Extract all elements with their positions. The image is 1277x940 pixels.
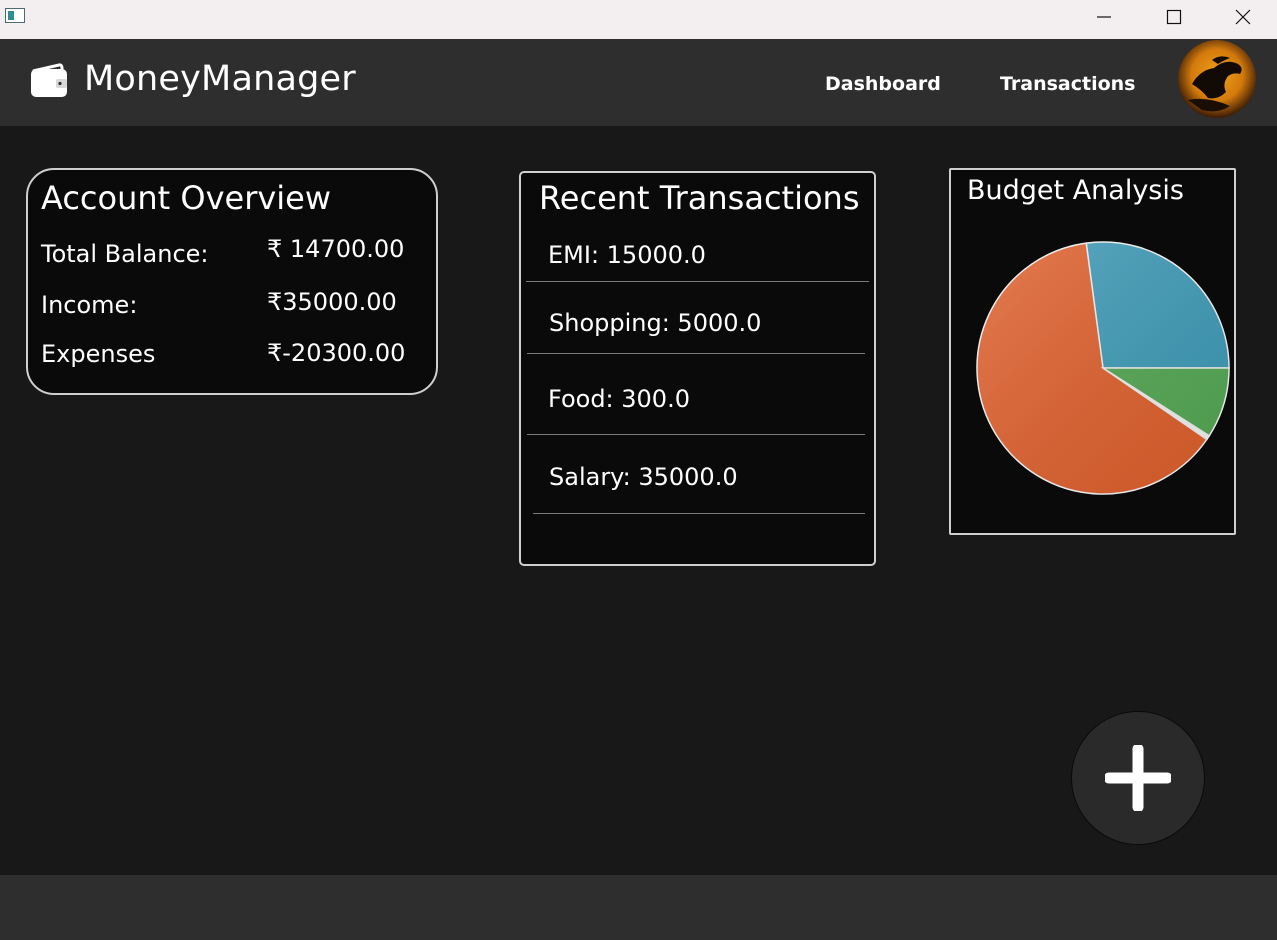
transaction-item[interactable]: Shopping: 5000.0 xyxy=(549,308,761,338)
nav-dashboard[interactable]: Dashboard xyxy=(825,71,941,97)
maximize-icon xyxy=(1166,9,1182,25)
close-button[interactable] xyxy=(1208,0,1277,34)
app-footer xyxy=(0,875,1277,940)
avatar-image xyxy=(1178,40,1256,118)
wallet-icon xyxy=(31,63,67,97)
profile-avatar[interactable] xyxy=(1178,40,1256,118)
maximize-button[interactable] xyxy=(1139,0,1209,34)
total-balance-value: ₹ 14700.00 xyxy=(267,235,405,263)
total-balance-label: Total Balance: xyxy=(41,240,209,268)
transaction-divider xyxy=(526,281,869,282)
minimize-icon xyxy=(1097,16,1111,18)
minimize-button[interactable] xyxy=(1069,0,1139,34)
account-overview-card: Account Overview Total Balance: ₹ 14700.… xyxy=(26,168,438,395)
transaction-item[interactable]: Food: 300.0 xyxy=(548,384,690,414)
window-title-bar xyxy=(0,0,1277,39)
account-overview-title: Account Overview xyxy=(41,179,332,217)
expenses-value: ₹-20300.00 xyxy=(267,339,406,367)
transaction-divider xyxy=(527,353,865,354)
expenses-label: Expenses xyxy=(41,340,156,368)
nav-transactions[interactable]: Transactions xyxy=(1000,71,1135,97)
income-value: ₹35000.00 xyxy=(267,288,397,316)
income-label: Income: xyxy=(41,291,138,319)
transaction-item[interactable]: Salary: 35000.0 xyxy=(549,462,738,492)
budget-pie-chart xyxy=(976,241,1230,495)
pie-slice xyxy=(1085,241,1230,369)
app-header: MoneyManager Dashboard Transactions xyxy=(0,39,1277,126)
recent-transactions-title: Recent Transactions xyxy=(539,179,860,217)
close-icon xyxy=(1235,9,1251,25)
add-transaction-button[interactable] xyxy=(1071,711,1205,845)
plus-icon xyxy=(1105,745,1171,811)
transaction-divider xyxy=(527,434,865,435)
transaction-item[interactable]: EMI: 15000.0 xyxy=(548,240,706,270)
transaction-divider xyxy=(533,513,865,514)
app-brand-title: MoneyManager xyxy=(84,59,356,99)
budget-analysis-card: Budget Analysis xyxy=(949,168,1236,535)
recent-transactions-card: Recent Transactions EMI: 15000.0 Shoppin… xyxy=(519,171,876,566)
budget-analysis-title: Budget Analysis xyxy=(967,175,1184,206)
app-window-icon xyxy=(5,8,25,23)
